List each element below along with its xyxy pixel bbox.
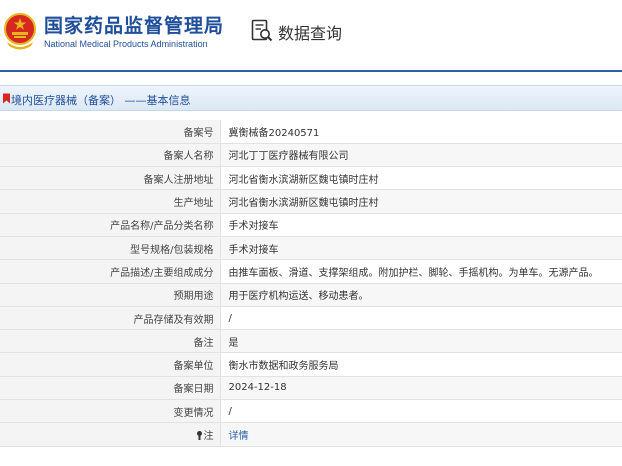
row-value: 手术对接车 xyxy=(220,236,622,261)
note-icon xyxy=(196,431,202,440)
row-value: 是 xyxy=(220,329,622,354)
row-label: 生产地址 xyxy=(0,189,221,214)
row-value: 用于医疗机构运送、移动患者。 xyxy=(220,283,622,307)
row-value: 衡水市数据和政务服务局 xyxy=(220,352,622,377)
note-value-cell: 详情 xyxy=(220,422,622,447)
row-value: / xyxy=(220,306,622,331)
table-row: 备注是 xyxy=(0,329,622,354)
row-label: 备案日期 xyxy=(0,376,221,401)
row-label: 备注 xyxy=(0,329,221,354)
row-label: 备案人名称 xyxy=(0,143,221,168)
table-row: 产品名称/产品分类名称 手术对接车 xyxy=(0,213,622,237)
table-row: 备案日期 2024-12-18 xyxy=(0,376,622,401)
table-row: 产品描述/主要组成成分 由推车面板、滑道、支撑架组成。附加护栏、脚轮、手摇机构。为… xyxy=(0,259,622,284)
row-value: 手术对接车 xyxy=(220,213,622,237)
record-detail-table: 备案号 冀衡械备20240571 备案人名称 河北丁丁医疗器械有限公司 备案人注册地址河… xyxy=(0,120,622,447)
row-label: 备案号 xyxy=(0,120,221,144)
table-row: 预期用途 用于医疗机构运送、移动患者。 xyxy=(0,283,622,307)
table-row: 备案人名称 河北丁丁医疗器械有限公司 xyxy=(0,143,622,168)
row-label: 备案人注册地址 xyxy=(0,166,221,191)
table-row: 产品存储及有效期 / xyxy=(0,306,622,331)
org-name-en: National Medical Products Administration xyxy=(44,39,208,49)
table-row: 备案号 冀衡械备20240571 xyxy=(0,120,622,144)
row-label: 备案单位 xyxy=(0,352,221,377)
table-row: 备案单位 衡水市数据和政务服务局 xyxy=(0,352,622,377)
row-label: 产品描述/主要组成成分 xyxy=(0,259,221,284)
note-label-cell: 注 xyxy=(0,422,221,447)
row-value: 河北省衡水滨湖新区魏屯镇时庄村 xyxy=(220,189,622,214)
breadcrumb-text: 境内医疗器械（备案） ——基本信息 xyxy=(11,94,191,107)
table-row-note: 注 详情 xyxy=(0,422,622,447)
row-value: 由推车面板、滑道、支撑架组成。附加护栏、脚轮、手摇机构。为单车。无源产品。 xyxy=(220,259,622,284)
row-label: 产品名称/产品分类名称 xyxy=(0,213,221,237)
row-label: 变更情况 xyxy=(0,399,221,424)
row-value: 河北丁丁医疗器械有限公司 xyxy=(220,143,622,168)
note-label: 注 xyxy=(203,431,214,442)
table-row: 生产地址 河北省衡水滨湖新区魏屯镇时庄村 xyxy=(0,189,622,214)
row-label: 型号规格/包装规格 xyxy=(0,236,221,261)
data-query-label: 数据查询 xyxy=(278,24,343,43)
row-label: 预期用途 xyxy=(0,283,221,307)
breadcrumb: 境内医疗器械（备案） ——基本信息 xyxy=(0,85,622,111)
org-name-cn: 国家药品监督管理局 xyxy=(44,15,225,37)
table-row: 型号规格/包装规格 手术对接车 xyxy=(0,236,622,261)
row-value: / xyxy=(220,399,622,424)
site-header: 国家药品监督管理局 National Medical Products Admi… xyxy=(0,0,622,72)
table-row: 备案人注册地址 河北省衡水滨湖新区魏屯镇时庄村 xyxy=(0,166,622,191)
data-query-icon xyxy=(251,19,273,42)
row-label: 产品存储及有效期 xyxy=(0,306,221,331)
row-value: 冀衡械备20240571 xyxy=(220,120,622,144)
national-emblem-icon xyxy=(4,13,36,50)
row-value: 河北省衡水滨湖新区魏屯镇时庄村 xyxy=(220,166,622,191)
bookmark-icon xyxy=(3,93,10,104)
table-row: 变更情况 / xyxy=(0,399,622,424)
details-link[interactable]: 详情 xyxy=(229,431,249,442)
row-value: 2024-12-18 xyxy=(220,376,622,401)
